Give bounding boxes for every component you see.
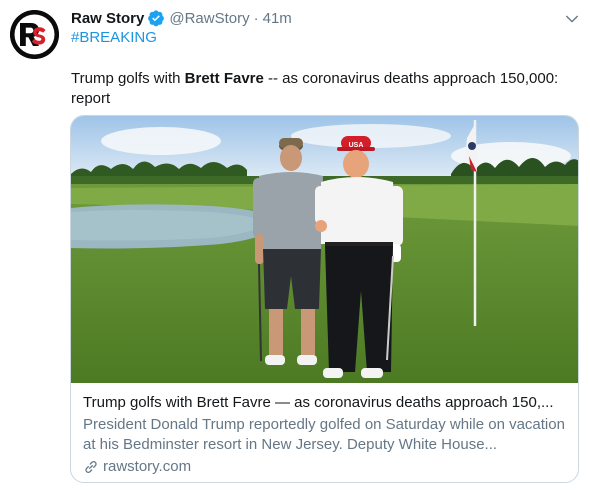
avatar[interactable] <box>10 10 59 59</box>
hashtag-link[interactable]: #BREAKING <box>71 29 157 46</box>
author-handle[interactable]: @RawStory <box>169 10 249 27</box>
timestamp[interactable]: 41m <box>263 10 292 27</box>
card-body: Trump golfs with Brett Favre — as corona… <box>83 393 568 475</box>
link-icon <box>85 460 97 473</box>
card-domain-text: rawstory.com <box>103 458 192 475</box>
card-description: President Donald Trump reportedly golfed… <box>83 416 565 453</box>
chevron-down-icon[interactable] <box>563 10 581 28</box>
verified-badge-icon <box>148 10 165 27</box>
tweet-text-bold: Brett Favre <box>184 70 264 87</box>
author-name[interactable]: Raw Story <box>71 10 144 27</box>
cap-text: USA <box>349 142 364 149</box>
tweet-text: Trump golfs with Brett Favre -- as coron… <box>71 69 581 109</box>
tweet-text-start: Trump golfs with <box>71 70 185 87</box>
card-image[interactable]: USA <box>71 116 579 383</box>
separator-dot: · <box>253 9 259 27</box>
tweet-header: Raw Story @RawStory · 41m <box>71 8 292 28</box>
card-title[interactable]: Trump golfs with Brett Favre — as corona… <box>83 393 568 413</box>
tweet[interactable]: Raw Story @RawStory · 41m #BREAKING Trum… <box>0 0 590 494</box>
link-card[interactable]: USA Trump golfs with Brett Favre — as co… <box>70 115 579 483</box>
raw-story-logo <box>10 10 59 59</box>
card-domain[interactable]: rawstory.com <box>83 458 568 475</box>
